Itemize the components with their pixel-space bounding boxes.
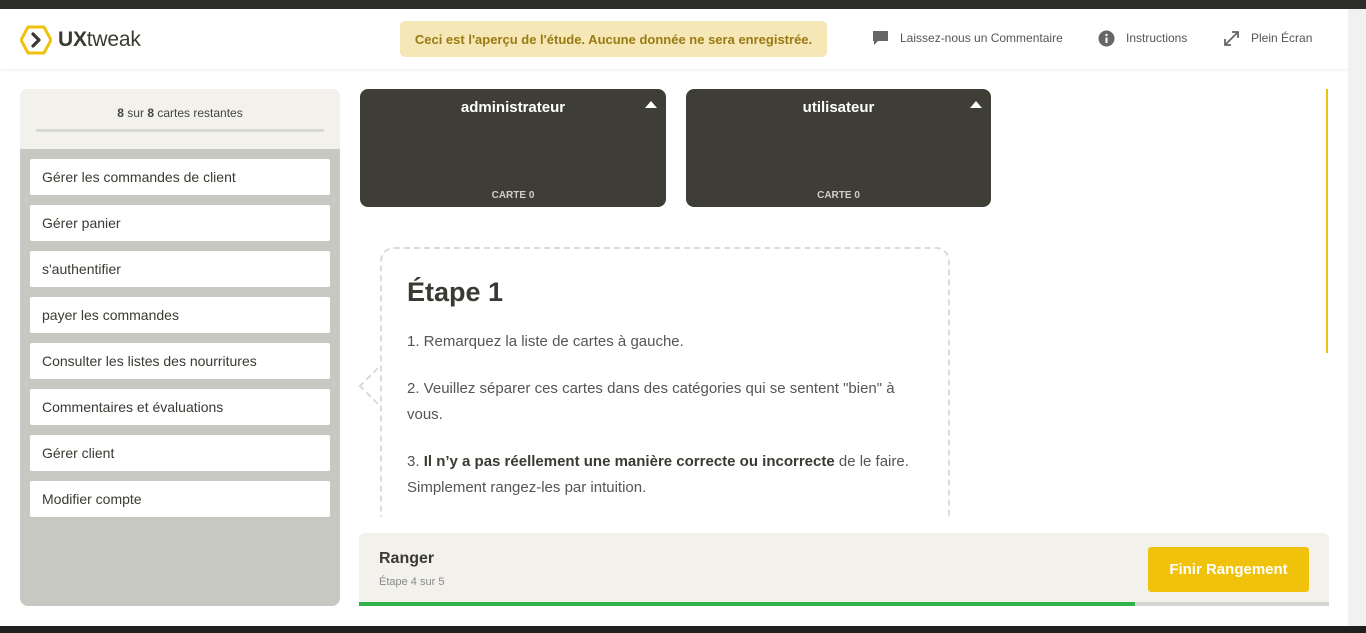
- task-progress-fill: [359, 602, 1135, 606]
- logo[interactable]: UXtweak: [20, 25, 141, 55]
- card-list: Gérer les commandes de client Gérer pani…: [20, 149, 340, 517]
- instructions-title: Étape 1: [407, 277, 504, 307]
- task-footer: Ranger Étape 4 sur 5 Finir Rangement: [359, 533, 1329, 606]
- drop-area-indicator: [1326, 89, 1328, 353]
- category-administrateur[interactable]: administrateur CARTE 0: [360, 89, 666, 207]
- logo-text: UXtweak: [58, 28, 141, 51]
- sidebar-header: 8 sur 8 cartes restantes: [20, 89, 340, 149]
- card-item[interactable]: Gérer les commandes de client: [30, 159, 330, 195]
- category-card-count: CARTE 0: [491, 190, 535, 201]
- category-card-count: CARTE 0: [817, 190, 860, 201]
- browser-bottom-strip: [0, 626, 1366, 633]
- card-item[interactable]: Commentaires et évaluations: [30, 389, 330, 425]
- category-utilisateur[interactable]: utilisateur CARTE 0: [686, 89, 991, 207]
- comment-icon: [871, 29, 889, 47]
- card-item[interactable]: Gérer panier: [30, 205, 330, 241]
- header: UXtweak Ceci est l'aperçu de l'étude. Au…: [0, 9, 1348, 69]
- task-step: Étape 4 sur 5: [379, 576, 445, 588]
- instruction-step-1: 1. Remarquez la liste de cartes à gauche…: [407, 333, 684, 350]
- card-item[interactable]: payer les commandes: [30, 297, 330, 333]
- feedback-link-label: Laissez-nous un Commentaire: [900, 31, 1063, 45]
- instruction-step-3: 3. Il n’y a pas réellement une manière c…: [407, 453, 909, 496]
- preview-banner: Ceci est l'aperçu de l'étude. Aucune don…: [400, 21, 827, 57]
- fullscreen-icon: [1222, 29, 1240, 47]
- instructions-link[interactable]: Instructions: [1097, 29, 1187, 47]
- finish-sorting-button[interactable]: Finir Rangement: [1148, 547, 1309, 592]
- browser-top-strip: [0, 0, 1366, 9]
- info-icon: [1097, 29, 1115, 47]
- page-scrollbar[interactable]: [1348, 9, 1366, 626]
- card-item[interactable]: Modifier compte: [30, 481, 330, 517]
- task-title: Ranger: [379, 550, 435, 567]
- remaining-progress-bar: [36, 129, 324, 132]
- fullscreen-link[interactable]: Plein Écran: [1222, 29, 1312, 47]
- category-title[interactable]: utilisateur: [686, 99, 991, 116]
- remaining-cards-counter: 8 sur 8 cartes restantes: [117, 106, 243, 120]
- card-list-sidebar: 8 sur 8 cartes restantes Gérer les comma…: [20, 89, 340, 606]
- instructions-link-label: Instructions: [1126, 31, 1188, 45]
- fullscreen-link-label: Plein Écran: [1251, 31, 1313, 45]
- instruction-step-2: 2. Veuillez séparer ces cartes dans des …: [407, 380, 895, 423]
- category-title[interactable]: administrateur: [360, 99, 666, 116]
- collapse-arrow-icon[interactable]: [970, 101, 982, 108]
- card-item[interactable]: s'authentifier: [30, 251, 330, 287]
- card-item[interactable]: Gérer client: [30, 435, 330, 471]
- card-item[interactable]: Consulter les listes des nourritures: [30, 343, 330, 379]
- collapse-arrow-icon[interactable]: [645, 101, 657, 108]
- instructions-panel: Étape 1 1. Remarquez la liste de cartes …: [380, 247, 950, 517]
- feedback-link[interactable]: Laissez-nous un Commentaire: [871, 29, 1063, 47]
- uxtweak-logo-icon: [20, 25, 52, 55]
